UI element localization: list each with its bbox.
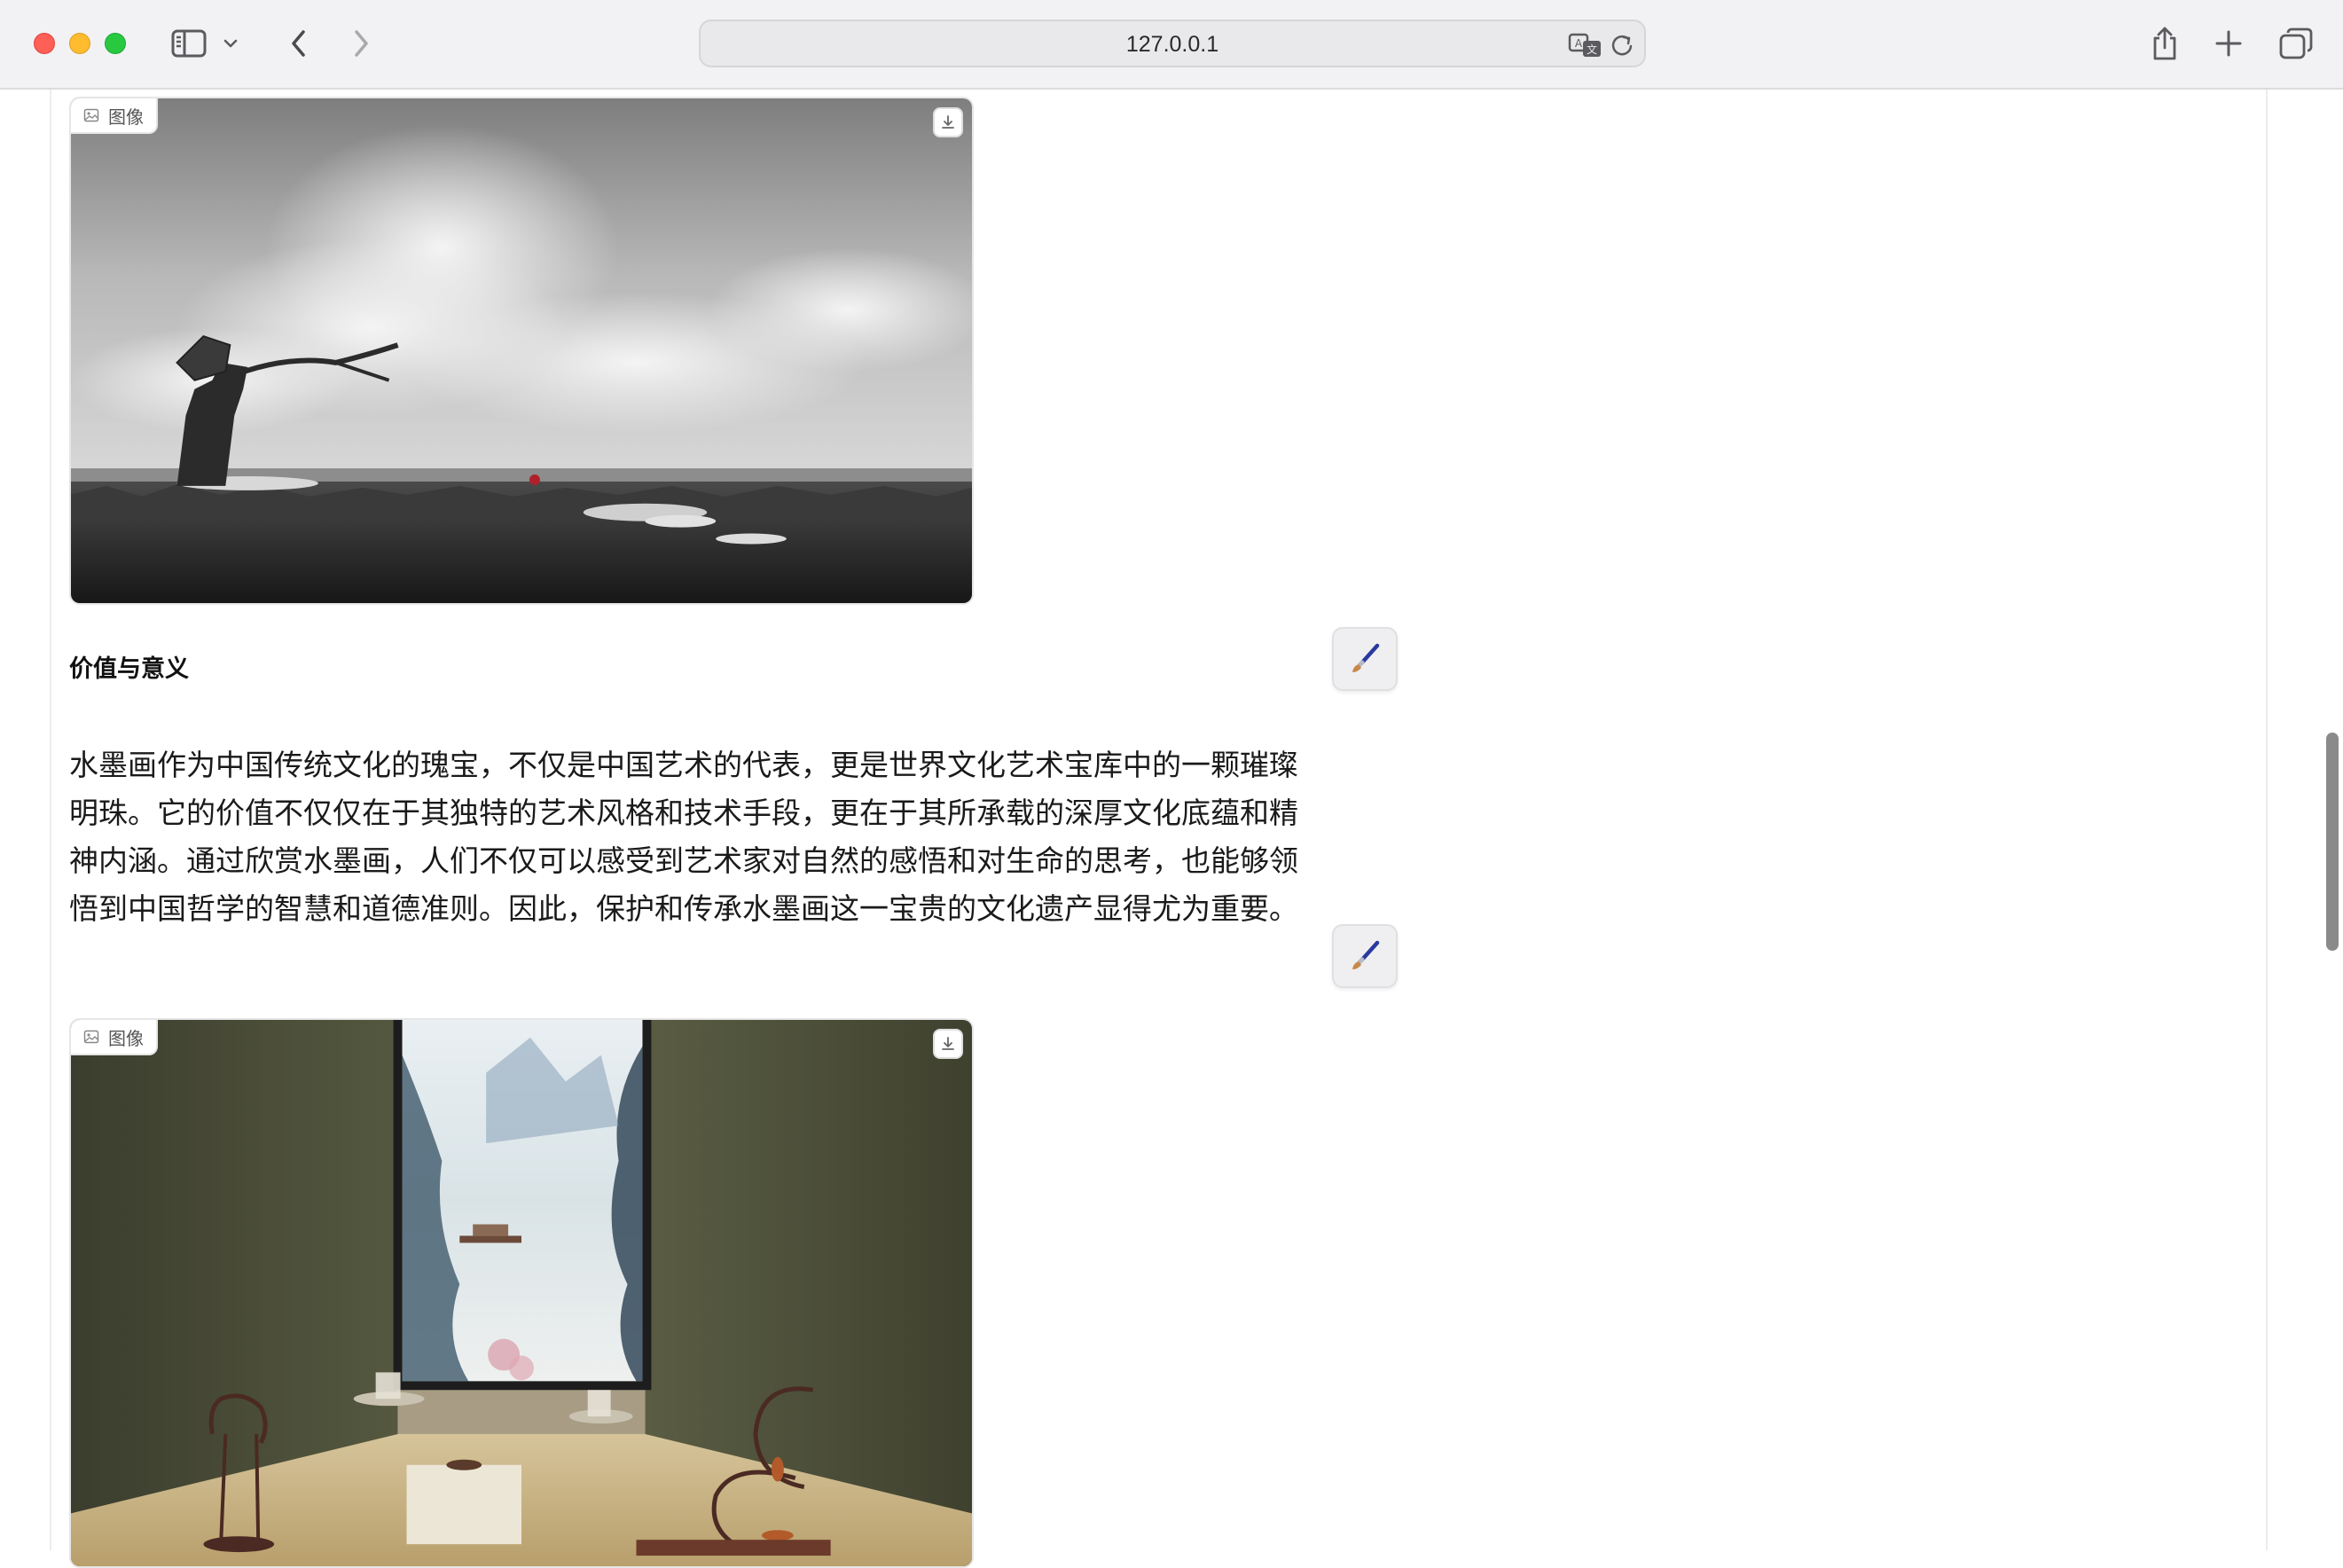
download-icon: [942, 1037, 954, 1050]
download-button[interactable]: [933, 107, 963, 137]
image-label-text: 图像: [108, 1027, 144, 1049]
url-text: 127.0.0.1: [1125, 32, 1219, 57]
image-card-gallery: 图像: [69, 1018, 974, 1568]
sidebar-toggle-button[interactable]: [168, 23, 209, 64]
download-button[interactable]: [933, 1029, 963, 1059]
tab-overview-button[interactable]: [2276, 23, 2316, 64]
generate-image-button[interactable]: [1332, 627, 1398, 691]
tabs-icon: [2279, 27, 2313, 59]
chevron-left-icon: [292, 30, 305, 57]
content-border-left: [50, 90, 51, 1550]
section-heading: 价值与意义: [69, 655, 189, 683]
scrollbar-thumb[interactable]: [2326, 733, 2339, 951]
landscape-image: [71, 98, 972, 603]
sidebar-menu-button[interactable]: [218, 23, 243, 64]
chevron-down-icon: [223, 39, 238, 48]
image-card-landscape: 图像: [69, 97, 974, 605]
image-icon: [83, 1030, 99, 1044]
translate-icon[interactable]: A 文: [1568, 32, 1603, 59]
share-button[interactable]: [2144, 23, 2185, 64]
content-border-right: [2266, 90, 2268, 1550]
svg-text:A: A: [1575, 37, 1583, 50]
share-icon: [2153, 27, 2176, 60]
section-paragraph: 水墨画作为中国传统文化的瑰宝，不仅是中国艺术的代表，更是世界文化艺术宝库中的一颗…: [69, 748, 1298, 926]
zoom-window-button[interactable]: [105, 33, 126, 54]
reload-icon[interactable]: [1609, 32, 1635, 59]
plus-icon: [2215, 30, 2242, 57]
web-page: 图像 价值与意义 水墨画作为中国传统文化的瑰宝，不仅是中国艺术的代表，更是世界文…: [0, 90, 2343, 1568]
minimize-window-button[interactable]: [69, 33, 90, 54]
image-icon: [83, 108, 99, 122]
close-window-button[interactable]: [34, 33, 55, 54]
gallery-image: [71, 1020, 972, 1566]
generate-image-button[interactable]: [1332, 924, 1398, 988]
svg-text:文: 文: [1587, 43, 1597, 56]
forward-button[interactable]: [341, 23, 381, 64]
address-bar[interactable]: 127.0.0.1 A 文: [699, 20, 1646, 67]
sidebar-icon: [171, 29, 207, 58]
chevron-right-icon: [355, 30, 368, 57]
download-icon: [942, 115, 954, 129]
image-label-badge: 图像: [71, 1020, 158, 1055]
paintbrush-icon: [1352, 940, 1380, 969]
browser-toolbar: 127.0.0.1 A 文: [0, 0, 2343, 90]
back-button[interactable]: [278, 23, 319, 64]
paintbrush-icon: [1352, 643, 1380, 672]
image-label-text: 图像: [108, 106, 144, 128]
new-tab-button[interactable]: [2208, 23, 2249, 64]
image-label-badge: 图像: [71, 98, 158, 134]
